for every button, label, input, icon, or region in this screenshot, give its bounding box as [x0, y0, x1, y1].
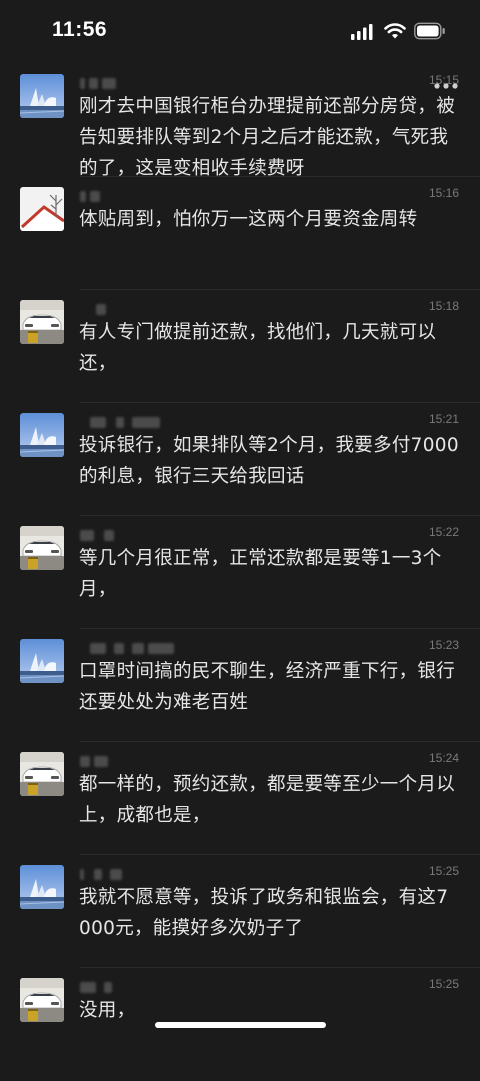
- avatar[interactable]: [20, 752, 64, 796]
- redaction-block: [80, 756, 90, 767]
- redaction-block: [90, 643, 106, 654]
- comment-text: 有人专门做提前还款，找他们，几天就可以还，: [79, 322, 437, 374]
- redaction-block: [94, 756, 108, 767]
- redaction-block: [90, 417, 106, 428]
- comment-time: 15:23: [428, 638, 459, 652]
- comment-text: 我就不愿意等，投诉了政务和银监会，有这7000元，能摸好多次奶子了: [79, 887, 449, 939]
- username-redacted[interactable]: [80, 639, 240, 657]
- avatar[interactable]: [20, 639, 64, 683]
- username-redacted[interactable]: [80, 865, 240, 883]
- signal-icon: [351, 24, 373, 40]
- comment-text: 体贴周到，怕你万一这两个月要资金周转: [79, 209, 418, 230]
- avatar[interactable]: [20, 865, 64, 909]
- comment-time: 15:25: [428, 977, 459, 991]
- redaction-block: [148, 643, 174, 654]
- redaction-block: [110, 869, 122, 880]
- redaction-block: [80, 78, 85, 89]
- comment-text: 口罩时间搞的民不聊生，经济严重下行，银行还要处处为难老百姓: [79, 661, 456, 713]
- avatar[interactable]: [20, 978, 64, 1022]
- redaction-block: [114, 643, 124, 654]
- comment-item[interactable]: 15:21 投诉银行，如果排队等2个月，我要多付7000的利息，银行三天给我回话: [0, 403, 480, 516]
- redaction-block: [102, 78, 116, 89]
- avatar[interactable]: [20, 300, 64, 344]
- username-redacted[interactable]: [80, 187, 240, 205]
- comment-item[interactable]: 15:15 刚才去中国银行柜台办理提前还部分房贷，被告知要排队等到2个月之后才能还…: [0, 64, 480, 179]
- username-redacted[interactable]: [80, 526, 240, 544]
- redaction-block: [80, 530, 94, 541]
- comment-time: 15:25: [428, 864, 459, 878]
- redaction-block: [116, 417, 124, 428]
- redaction-block: [80, 982, 96, 993]
- comment-item[interactable]: 15:22 等几个月很正常，正常还款都是要等1一3个月，: [0, 516, 480, 629]
- comment-item[interactable]: 15:18 有人专门做提前还款，找他们，几天就可以还，: [0, 290, 480, 403]
- comment-time: 15:18: [428, 299, 459, 313]
- comment-item[interactable]: 15:24 都一样的，预约还款，都是要等至少一个月以上，成都也是，: [0, 742, 480, 855]
- status-time: 11:56: [52, 18, 108, 41]
- redaction-block: [104, 982, 112, 993]
- redaction-block: [132, 643, 144, 654]
- redaction-block: [94, 869, 102, 880]
- comment-time: 15:16: [428, 186, 459, 200]
- home-indicator[interactable]: [155, 1022, 326, 1028]
- comment-item[interactable]: 15:23 口罩时间搞的民不聊生，经济严重下行，银行还要处处为难老百姓: [0, 629, 480, 742]
- comment-text: 都一样的，预约还款，都是要等至少一个月以上，成都也是，: [79, 774, 456, 826]
- comment-item[interactable]: 15:25 我就不愿意等，投诉了政务和银监会，有这7000元，能摸好多次奶子了: [0, 855, 480, 968]
- battery-icon: [414, 22, 445, 40]
- redaction-block: [80, 191, 86, 202]
- comment-time: 15:24: [428, 751, 459, 765]
- avatar[interactable]: [20, 413, 64, 457]
- redaction-block: [104, 530, 114, 541]
- more-icon[interactable]: [433, 82, 459, 90]
- username-redacted[interactable]: [80, 978, 240, 996]
- redaction-block: [80, 869, 84, 880]
- redaction-block: [132, 417, 160, 428]
- avatar[interactable]: [20, 187, 64, 231]
- comment-item[interactable]: 15:16 体贴周到，怕你万一这两个月要资金周转: [0, 177, 480, 290]
- wifi-icon: [384, 23, 406, 39]
- redaction-block: [89, 78, 98, 89]
- status-bar: 11:56: [0, 0, 480, 64]
- comment-time: 15:21: [428, 412, 459, 426]
- comment-text: 等几个月很正常，正常还款都是要等1一3个月，: [79, 548, 442, 600]
- redaction-block: [96, 304, 106, 315]
- comment-text: 投诉银行，如果排队等2个月，我要多付7000的利息，银行三天给我回话: [79, 435, 459, 487]
- redaction-block: [90, 191, 100, 202]
- comment-text: 刚才去中国银行柜台办理提前还部分房贷，被告知要排队等到2个月之后才能还款，气死我…: [79, 96, 456, 179]
- username-redacted[interactable]: [80, 413, 240, 431]
- comment-feed: 15:15 刚才去中国银行柜台办理提前还部分房贷，被告知要排队等到2个月之后才能还…: [0, 64, 480, 1081]
- username-redacted[interactable]: [80, 752, 240, 770]
- avatar[interactable]: [20, 74, 64, 118]
- comment-time: 15:22: [428, 525, 459, 539]
- username-redacted[interactable]: [80, 300, 240, 318]
- username-redacted[interactable]: [80, 74, 240, 92]
- avatar[interactable]: [20, 526, 64, 570]
